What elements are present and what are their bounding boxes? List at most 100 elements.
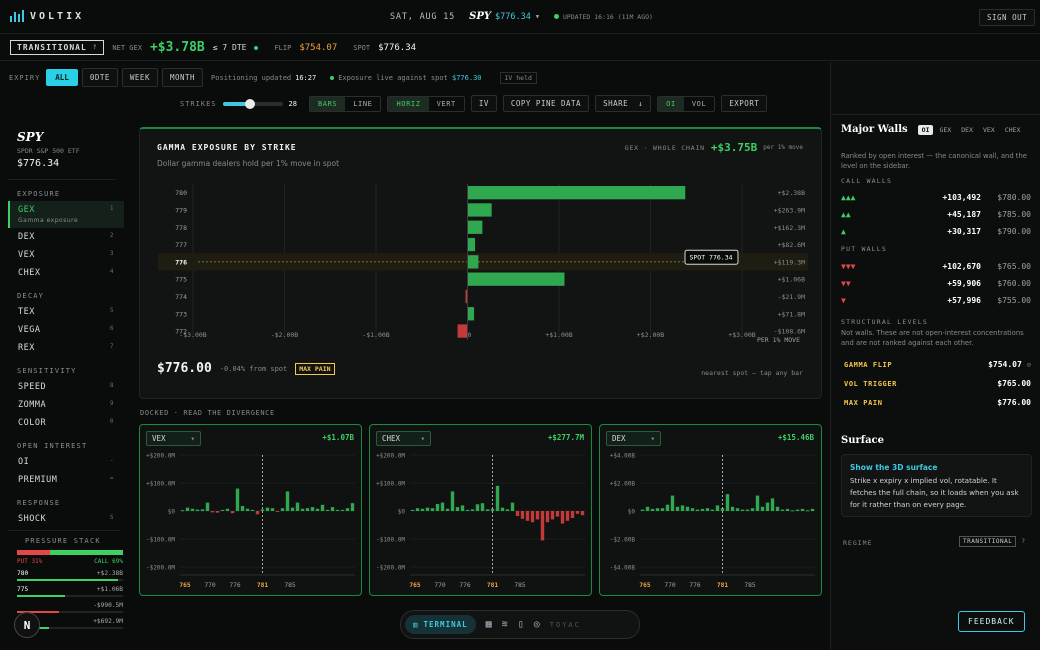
sidebar-item-color[interactable]: COLOR 0 <box>0 414 124 432</box>
sign-out-button[interactable]: SIGN OUT <box>979 9 1036 26</box>
mini-bar[interactable] <box>755 495 760 511</box>
mini-bar[interactable] <box>705 508 710 511</box>
metric-dropdown[interactable]: DEX ▾ <box>606 431 661 446</box>
surface-link[interactable]: Show the 3D surface <box>850 463 1023 472</box>
mini-bar[interactable] <box>500 507 505 511</box>
sidebar-item-oi[interactable]: OI - <box>0 453 124 471</box>
slider-handle[interactable] <box>244 98 255 109</box>
ticker-selector[interactable]: SPY $776.34 ▾ <box>469 11 540 22</box>
mini-bar[interactable] <box>300 508 305 511</box>
mini-bar[interactable] <box>310 507 315 511</box>
gex-bar[interactable] <box>467 220 483 234</box>
mini-bar[interactable] <box>545 511 550 523</box>
mini-bar[interactable] <box>770 498 775 511</box>
mini-bar[interactable] <box>455 507 460 511</box>
mini-bar[interactable] <box>320 504 325 511</box>
mini-bar[interactable] <box>260 509 265 511</box>
sidebar-item-zomma[interactable]: ZOMMA 9 <box>0 396 124 414</box>
mini-bar[interactable] <box>485 509 490 511</box>
mini-bar[interactable] <box>325 509 330 511</box>
mini-bar[interactable] <box>255 511 260 515</box>
mini-bar[interactable] <box>650 508 655 511</box>
mini-bar[interactable] <box>275 511 280 512</box>
mini-bar[interactable] <box>725 494 730 511</box>
mini-bar[interactable] <box>230 511 235 514</box>
mini-bar-chart[interactable]: +$200.0M +$100.0M $0 -$100.0M -$200.0M 765 770… <box>140 447 363 597</box>
expiry-month[interactable]: MONTH <box>161 68 204 87</box>
gex-bar[interactable] <box>467 272 565 286</box>
mini-bar[interactable] <box>450 491 455 511</box>
mini-bar[interactable] <box>445 508 450 511</box>
vol-toggle[interactable]: VOL <box>684 97 714 111</box>
bell-off-icon[interactable]: ⊘ <box>1027 361 1031 369</box>
copy-pine-button[interactable]: COPY PINE DATA <box>502 95 590 112</box>
mini-bar[interactable] <box>800 508 805 511</box>
mini-bar[interactable] <box>180 510 185 512</box>
mini-bar[interactable] <box>535 511 540 520</box>
mini-bar[interactable] <box>350 503 355 511</box>
gex-bar[interactable] <box>467 203 492 217</box>
mini-bar[interactable] <box>215 511 220 513</box>
mini-bar[interactable] <box>555 511 560 517</box>
mini-bar[interactable] <box>225 508 230 511</box>
expiry-all[interactable]: ALL <box>46 69 78 86</box>
mini-bar[interactable] <box>265 507 270 511</box>
sidebar-item-shock[interactable]: SHOCK S <box>0 510 124 528</box>
mini-bar[interactable] <box>750 508 755 511</box>
gex-bar[interactable] <box>467 186 686 200</box>
mini-bar[interactable] <box>270 508 275 511</box>
mini-bar[interactable] <box>690 508 695 511</box>
iv-button[interactable]: IV <box>470 95 497 112</box>
gex-bar-chart[interactable]: -$3.00B-$2.00B-$1.00B$0+$1.00B+$2.00B+$3… <box>140 179 823 344</box>
mini-bar[interactable] <box>675 506 680 511</box>
mini-bar[interactable] <box>505 509 510 511</box>
terminal-tab[interactable]: ▥ TERMINAL <box>405 615 476 634</box>
mini-bar[interactable] <box>765 502 770 511</box>
mini-bar[interactable] <box>340 509 345 511</box>
mini-bar[interactable] <box>495 485 500 511</box>
waves-icon[interactable]: ≋ <box>502 619 508 630</box>
walls-tab-dex[interactable]: DEX <box>957 125 977 135</box>
mini-bar[interactable] <box>560 511 565 524</box>
mini-bar[interactable] <box>195 509 200 511</box>
mini-bar[interactable] <box>645 506 650 511</box>
brand-logo[interactable]: VOLTIX <box>10 10 84 22</box>
mini-bar[interactable] <box>250 509 255 511</box>
metric-dropdown[interactable]: VEX ▾ <box>146 431 201 446</box>
strikes-slider[interactable] <box>222 98 283 109</box>
sidebar-item-vex[interactable]: VEX 3 <box>0 246 124 264</box>
mini-bar[interactable] <box>715 505 720 511</box>
mini-bar[interactable] <box>780 509 785 511</box>
gex-bar[interactable] <box>467 237 476 252</box>
avatar[interactable]: N <box>14 612 40 638</box>
mini-bar[interactable] <box>210 511 215 513</box>
mini-bar[interactable] <box>305 508 310 511</box>
mini-bar[interactable] <box>415 508 420 511</box>
mini-bar[interactable] <box>315 508 320 511</box>
mini-bar[interactable] <box>735 508 740 511</box>
mini-bar[interactable] <box>420 508 425 511</box>
mini-bar[interactable] <box>530 511 535 523</box>
user-icon[interactable]: ◎ <box>534 619 540 630</box>
mini-bar[interactable] <box>285 491 290 511</box>
mini-bar[interactable] <box>685 506 690 511</box>
mini-bar[interactable] <box>335 509 340 511</box>
mini-bar[interactable] <box>790 510 795 512</box>
mini-bar[interactable] <box>240 505 245 511</box>
walls-tab-oi[interactable]: OI <box>917 124 934 135</box>
mini-bar[interactable] <box>205 502 210 511</box>
horiz-toggle[interactable]: HORIZ <box>388 96 429 111</box>
mini-bar[interactable] <box>810 508 815 511</box>
mini-bar[interactable] <box>775 506 780 511</box>
mini-bar[interactable] <box>435 504 440 511</box>
sidebar-item-tex[interactable]: TEX 5 <box>0 303 124 321</box>
mini-bar[interactable] <box>235 488 240 511</box>
export-button[interactable]: EXPORT <box>721 95 768 112</box>
mini-bar[interactable] <box>520 511 525 519</box>
gex-bar[interactable] <box>457 324 468 338</box>
regime-badge[interactable]: TRANSITIONAL? <box>10 40 105 55</box>
mini-bar[interactable] <box>200 509 205 511</box>
sidebar-item-rex[interactable]: REX 7 <box>0 339 124 357</box>
mini-bar[interactable] <box>575 511 580 514</box>
mini-bar[interactable] <box>525 511 530 521</box>
